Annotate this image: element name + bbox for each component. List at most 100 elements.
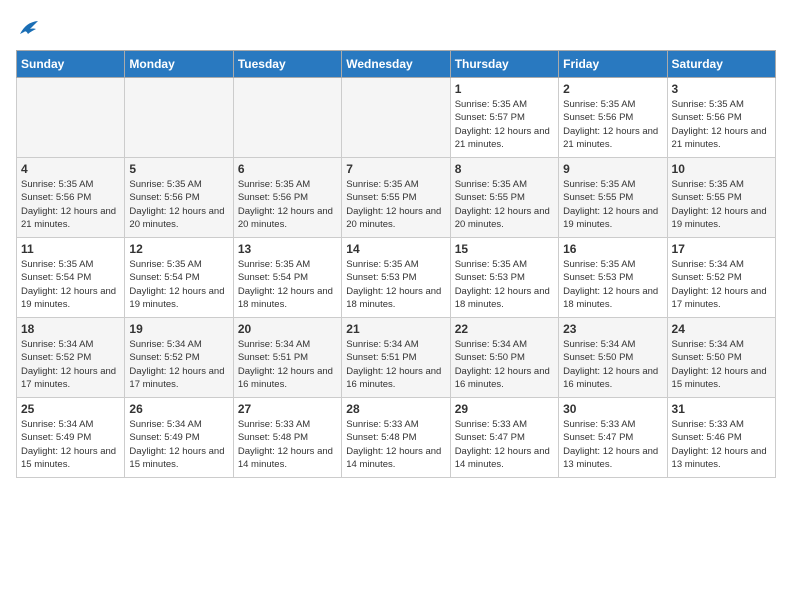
daylight-label: Daylight: xyxy=(21,206,61,217)
calendar-cell: 24 Sunrise: 5:34 AM Sunset: 5:50 PM Dayl… xyxy=(667,318,775,398)
day-number: 28 xyxy=(346,402,445,416)
day-number: 31 xyxy=(672,402,771,416)
sunrise-label: Sunrise: xyxy=(455,419,493,430)
sunset-time: 5:56 PM xyxy=(273,192,308,203)
sunrise-time: 5:35 AM xyxy=(275,179,310,190)
header-row: SundayMondayTuesdayWednesdayThursdayFrid… xyxy=(17,51,776,78)
sunrise-time: 5:35 AM xyxy=(167,179,202,190)
calendar-cell: 1 Sunrise: 5:35 AM Sunset: 5:57 PM Dayli… xyxy=(450,78,558,158)
daylight-label: Daylight: xyxy=(238,366,278,377)
sunrise-label: Sunrise: xyxy=(563,259,601,270)
sunset-time: 5:46 PM xyxy=(706,432,741,443)
col-header-sunday: Sunday xyxy=(17,51,125,78)
day-number: 17 xyxy=(672,242,771,256)
sunrise-time: 5:35 AM xyxy=(492,259,527,270)
sunset-label: Sunset: xyxy=(563,192,598,203)
sunset-time: 5:53 PM xyxy=(598,272,633,283)
sunrise-time: 5:35 AM xyxy=(167,259,202,270)
col-header-saturday: Saturday xyxy=(667,51,775,78)
sunrise-time: 5:34 AM xyxy=(709,259,744,270)
sunrise-time: 5:34 AM xyxy=(492,339,527,350)
sunrise-time: 5:35 AM xyxy=(492,99,527,110)
daylight-label: Daylight: xyxy=(238,446,278,457)
daylight-label: Daylight: xyxy=(672,126,712,137)
sunrise-time: 5:34 AM xyxy=(384,339,419,350)
day-number: 2 xyxy=(563,82,662,96)
day-number: 9 xyxy=(563,162,662,176)
calendar-cell: 5 Sunrise: 5:35 AM Sunset: 5:56 PM Dayli… xyxy=(125,158,233,238)
sunrise-time: 5:33 AM xyxy=(275,419,310,430)
sunrise-label: Sunrise: xyxy=(129,259,167,270)
day-number: 20 xyxy=(238,322,337,336)
sunset-label: Sunset: xyxy=(455,192,490,203)
sunrise-time: 5:35 AM xyxy=(709,179,744,190)
sunset-time: 5:52 PM xyxy=(56,352,91,363)
sunrise-label: Sunrise: xyxy=(672,259,710,270)
calendar-cell: 22 Sunrise: 5:34 AM Sunset: 5:50 PM Dayl… xyxy=(450,318,558,398)
day-number: 6 xyxy=(238,162,337,176)
cell-info: Sunrise: 5:35 AM Sunset: 5:55 PM Dayligh… xyxy=(455,178,554,231)
col-header-tuesday: Tuesday xyxy=(233,51,341,78)
calendar-cell: 11 Sunrise: 5:35 AM Sunset: 5:54 PM Dayl… xyxy=(17,238,125,318)
daylight-label: Daylight: xyxy=(672,206,712,217)
cell-info: Sunrise: 5:35 AM Sunset: 5:56 PM Dayligh… xyxy=(563,98,662,151)
sunset-time: 5:54 PM xyxy=(56,272,91,283)
cell-info: Sunrise: 5:35 AM Sunset: 5:55 PM Dayligh… xyxy=(346,178,445,231)
cell-info: Sunrise: 5:34 AM Sunset: 5:51 PM Dayligh… xyxy=(238,338,337,391)
calendar-cell: 14 Sunrise: 5:35 AM Sunset: 5:53 PM Dayl… xyxy=(342,238,450,318)
day-number: 1 xyxy=(455,82,554,96)
sunset-time: 5:55 PM xyxy=(490,192,525,203)
sunset-time: 5:57 PM xyxy=(490,112,525,123)
sunset-label: Sunset: xyxy=(129,432,164,443)
sunset-time: 5:49 PM xyxy=(164,432,199,443)
day-number: 21 xyxy=(346,322,445,336)
logo-general xyxy=(16,16,40,38)
daylight-label: Daylight: xyxy=(455,446,495,457)
sunrise-label: Sunrise: xyxy=(238,339,276,350)
cell-info: Sunrise: 5:34 AM Sunset: 5:52 PM Dayligh… xyxy=(129,338,228,391)
sunrise-time: 5:34 AM xyxy=(59,339,94,350)
sunset-time: 5:55 PM xyxy=(706,192,741,203)
sunset-time: 5:55 PM xyxy=(381,192,416,203)
calendar-cell: 31 Sunrise: 5:33 AM Sunset: 5:46 PM Dayl… xyxy=(667,398,775,478)
cell-info: Sunrise: 5:33 AM Sunset: 5:48 PM Dayligh… xyxy=(238,418,337,471)
sunset-label: Sunset: xyxy=(129,272,164,283)
daylight-label: Daylight: xyxy=(563,446,603,457)
calendar-cell: 21 Sunrise: 5:34 AM Sunset: 5:51 PM Dayl… xyxy=(342,318,450,398)
calendar-cell: 30 Sunrise: 5:33 AM Sunset: 5:47 PM Dayl… xyxy=(559,398,667,478)
day-number: 19 xyxy=(129,322,228,336)
day-number: 14 xyxy=(346,242,445,256)
sunset-label: Sunset: xyxy=(21,272,56,283)
calendar-cell: 12 Sunrise: 5:35 AM Sunset: 5:54 PM Dayl… xyxy=(125,238,233,318)
sunrise-label: Sunrise: xyxy=(455,179,493,190)
sunrise-time: 5:35 AM xyxy=(601,259,636,270)
calendar-cell: 9 Sunrise: 5:35 AM Sunset: 5:55 PM Dayli… xyxy=(559,158,667,238)
week-row-3: 11 Sunrise: 5:35 AM Sunset: 5:54 PM Dayl… xyxy=(17,238,776,318)
day-number: 16 xyxy=(563,242,662,256)
sunset-label: Sunset: xyxy=(129,192,164,203)
sunrise-label: Sunrise: xyxy=(129,339,167,350)
sunrise-label: Sunrise: xyxy=(21,259,59,270)
day-number: 10 xyxy=(672,162,771,176)
daylight-label: Daylight: xyxy=(238,206,278,217)
calendar-cell: 17 Sunrise: 5:34 AM Sunset: 5:52 PM Dayl… xyxy=(667,238,775,318)
sunset-time: 5:47 PM xyxy=(490,432,525,443)
sunrise-time: 5:34 AM xyxy=(601,339,636,350)
calendar-cell xyxy=(342,78,450,158)
daylight-label: Daylight: xyxy=(455,206,495,217)
day-number: 8 xyxy=(455,162,554,176)
sunset-time: 5:51 PM xyxy=(381,352,416,363)
sunset-label: Sunset: xyxy=(129,352,164,363)
calendar-cell: 18 Sunrise: 5:34 AM Sunset: 5:52 PM Dayl… xyxy=(17,318,125,398)
sunset-time: 5:52 PM xyxy=(164,352,199,363)
sunset-label: Sunset: xyxy=(455,272,490,283)
sunrise-time: 5:35 AM xyxy=(601,179,636,190)
sunrise-label: Sunrise: xyxy=(238,179,276,190)
daylight-label: Daylight: xyxy=(346,446,386,457)
sunset-label: Sunset: xyxy=(672,192,707,203)
sunrise-time: 5:34 AM xyxy=(167,339,202,350)
sunrise-label: Sunrise: xyxy=(346,259,384,270)
sunset-label: Sunset: xyxy=(21,192,56,203)
day-number: 25 xyxy=(21,402,120,416)
calendar-cell: 4 Sunrise: 5:35 AM Sunset: 5:56 PM Dayli… xyxy=(17,158,125,238)
